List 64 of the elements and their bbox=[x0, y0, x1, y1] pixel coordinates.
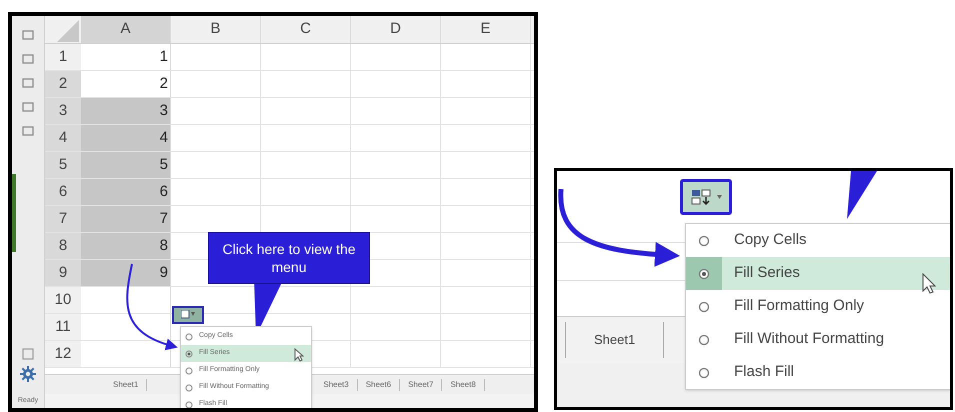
sheet-tab[interactable]: Sheet3 bbox=[315, 378, 358, 390]
row-header[interactable]: 9 bbox=[45, 260, 81, 286]
column-header[interactable]: A bbox=[81, 16, 171, 43]
menu-item-label: Fill Without Formatting bbox=[734, 329, 884, 350]
row-header[interactable]: 4 bbox=[45, 125, 81, 151]
column-header[interactable]: C bbox=[261, 16, 351, 43]
menu-item[interactable]: Copy Cells bbox=[686, 224, 950, 257]
sheet-tab[interactable]: Sheet7 bbox=[400, 378, 442, 390]
menu-item-label: Fill Series bbox=[734, 263, 800, 284]
table-cell: 5 bbox=[81, 152, 171, 178]
radio-icon bbox=[185, 350, 193, 358]
column-header[interactable]: E bbox=[441, 16, 531, 43]
paste-icon bbox=[181, 310, 195, 320]
sheet-tab[interactable]: Sheet8 bbox=[442, 378, 485, 390]
row-header[interactable]: 5 bbox=[45, 152, 81, 178]
radio-icon bbox=[185, 400, 193, 408]
radio-icon bbox=[185, 366, 193, 374]
row-header[interactable]: 6 bbox=[45, 179, 81, 205]
fill-options-button[interactable] bbox=[172, 306, 204, 324]
menu-item-label: Fill Formatting Only bbox=[734, 296, 864, 316]
table-cell: 6 bbox=[81, 179, 171, 205]
row-header[interactable]: 1 bbox=[45, 44, 81, 70]
column-header[interactable]: D bbox=[351, 16, 441, 43]
cursor-icon bbox=[922, 273, 938, 295]
table-cell: 4 bbox=[81, 125, 171, 151]
table-cell: 8 bbox=[81, 233, 171, 259]
toolbar-icon[interactable] bbox=[22, 54, 34, 64]
radio-icon bbox=[698, 366, 710, 378]
settings-icon[interactable] bbox=[20, 366, 36, 382]
sheet-tab[interactable]: Sheet1 bbox=[105, 378, 148, 390]
menu-item-label: Copy Cells bbox=[734, 230, 807, 250]
row-header[interactable]: 2 bbox=[45, 71, 81, 97]
radio-icon bbox=[698, 334, 710, 346]
menu-item[interactable]: Fill Without Formatting bbox=[686, 323, 950, 356]
row-header[interactable]: 7 bbox=[45, 206, 81, 232]
table-cell: 3 bbox=[81, 98, 171, 124]
radio-icon bbox=[698, 234, 710, 246]
menu-item[interactable]: Flash Fill bbox=[686, 356, 950, 389]
table-cell: 7 bbox=[81, 206, 171, 232]
menu-item[interactable]: Fill Series bbox=[686, 257, 950, 290]
expand-icon[interactable] bbox=[22, 348, 34, 360]
table-cell: 9 bbox=[81, 260, 171, 286]
toolbar-icon[interactable] bbox=[22, 102, 34, 112]
row-header[interactable]: 12 bbox=[45, 341, 81, 367]
toolbar-icon[interactable] bbox=[22, 30, 34, 40]
sheet-tab[interactable]: Sheet6 bbox=[358, 378, 400, 390]
toolbar-icon[interactable] bbox=[22, 126, 34, 136]
row-header[interactable]: 3 bbox=[45, 98, 81, 124]
cursor-icon bbox=[294, 348, 304, 362]
radio-icon bbox=[185, 384, 193, 392]
toolbar-icon[interactable] bbox=[22, 78, 34, 88]
row-header[interactable]: 10 bbox=[45, 287, 81, 313]
radio-icon bbox=[185, 332, 193, 340]
column-header[interactable]: B bbox=[171, 16, 261, 43]
menu-item-label: Flash Fill bbox=[734, 362, 794, 382]
paste-icon bbox=[690, 189, 710, 205]
row-header[interactable]: 8 bbox=[45, 233, 81, 259]
fill-options-button[interactable] bbox=[680, 179, 732, 215]
radio-icon bbox=[698, 268, 710, 280]
caret-icon bbox=[716, 195, 722, 199]
row-header[interactable]: 11 bbox=[45, 314, 81, 340]
radio-icon bbox=[698, 300, 710, 312]
sheet-tab[interactable]: Sheet1 bbox=[565, 322, 664, 358]
menu-item[interactable]: Fill Formatting Only bbox=[686, 290, 950, 323]
